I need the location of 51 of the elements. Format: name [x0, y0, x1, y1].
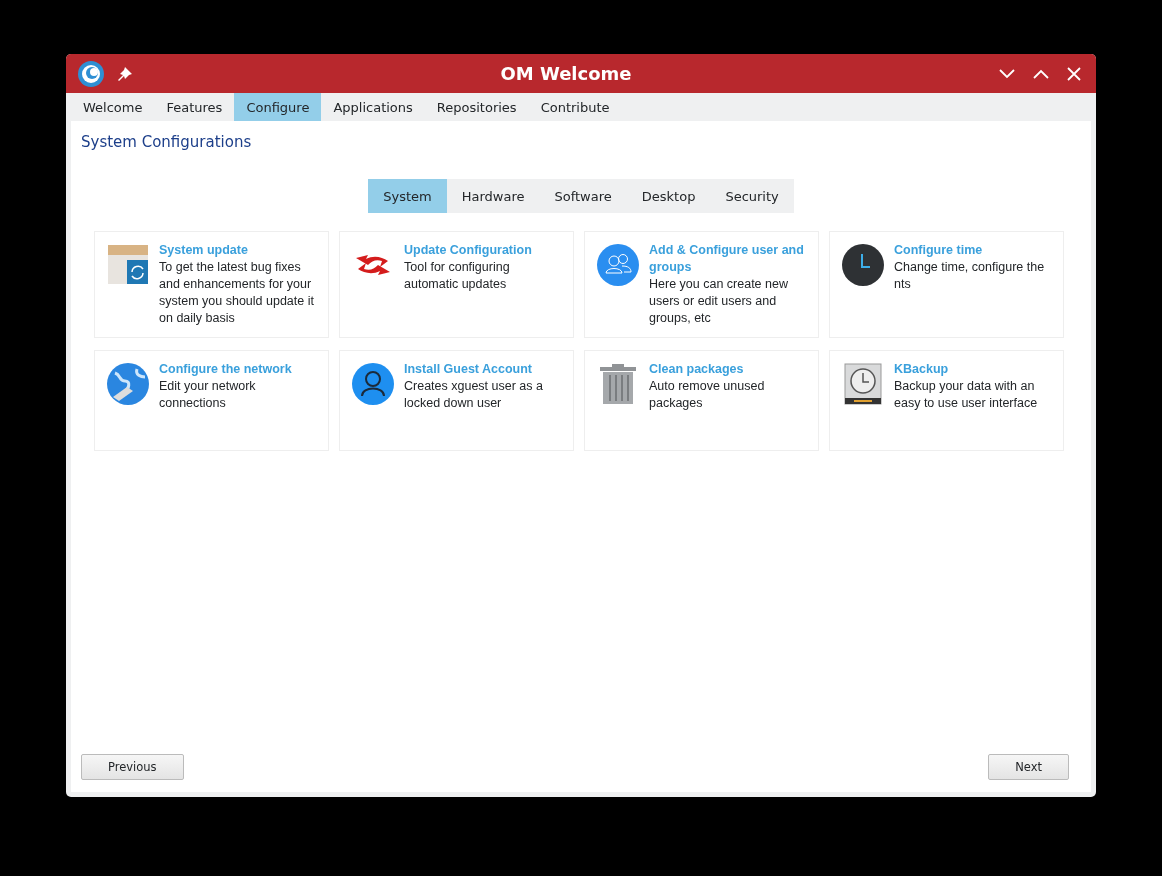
card-title: KBackup — [894, 361, 950, 378]
card-title: Add & Configure user and groups — [649, 242, 805, 276]
config-card[interactable]: Update Configuration Tool for configuring automatic updates — [339, 231, 574, 338]
config-card[interactable]: Add & Configure user and groups Here you can create new users or edit users and groups, etc — [584, 231, 819, 338]
card-title: Update Configuration — [404, 242, 533, 259]
clock-icon — [842, 244, 884, 286]
sub-tab[interactable]: System — [368, 179, 447, 213]
nav-tab[interactable]: Contribute — [528, 93, 622, 121]
nav-tab[interactable]: Repositories — [424, 93, 529, 121]
backup-drive-icon — [842, 363, 884, 405]
card-description: Edit your network connections — [159, 378, 257, 412]
card-description: Auto remove unused packages — [649, 378, 766, 412]
trash-icon — [597, 363, 639, 405]
next-button[interactable]: Next — [988, 754, 1069, 780]
config-card[interactable]: Configure time Change time, configure the nts — [829, 231, 1064, 338]
card-description: To get the latest bug fixes and enhancements for your system you should update it on daily basis — [159, 259, 315, 327]
card-description: Creates xguest user as a locked down user — [404, 378, 544, 412]
close-icon[interactable] — [1066, 65, 1082, 82]
config-card[interactable]: Configure the network Edit your network connections — [94, 350, 329, 451]
card-description: Tool for configuring automatic updates — [404, 259, 511, 293]
card-title: Configure time — [894, 242, 984, 259]
card-description: Here you can create new users or edit users and groups, etc — [649, 276, 789, 327]
app-logo-icon — [78, 60, 104, 87]
page-title: System Configurations — [81, 133, 253, 151]
sub-tab[interactable]: Hardware — [446, 179, 540, 213]
user-icon — [352, 363, 394, 405]
nav-tab[interactable]: Features — [154, 93, 235, 121]
pin-icon[interactable] — [116, 64, 134, 83]
card-title: System update — [159, 242, 249, 259]
maximize-icon[interactable] — [1032, 67, 1050, 80]
config-card[interactable]: KBackup Backup your data with an easy to use user interface — [829, 350, 1064, 451]
card-title: Configure the network — [159, 361, 293, 378]
nav-tab[interactable]: Configure — [234, 93, 322, 121]
card-title: Install Guest Account — [404, 361, 534, 378]
minimize-icon[interactable] — [998, 67, 1016, 80]
nav-tab[interactable]: Welcome — [71, 93, 155, 121]
sub-tab[interactable]: Security — [710, 179, 794, 213]
previous-button[interactable]: Previous — [81, 754, 184, 780]
sub-tab[interactable]: Software — [539, 179, 627, 213]
config-card[interactable]: Clean packages Auto remove unused packages — [584, 350, 819, 451]
card-description: Backup your data with an easy to use user interface — [894, 378, 1039, 412]
package-update-icon — [107, 244, 149, 286]
card-title: Clean packages — [649, 361, 745, 378]
users-icon — [597, 244, 639, 286]
globe-network-icon — [107, 363, 149, 405]
window-title: OM Welcome — [499, 63, 633, 84]
nav-tab[interactable]: Applications — [321, 93, 425, 121]
config-card[interactable]: Install Guest Account Creates xguest user as a locked down user — [339, 350, 574, 451]
config-card[interactable]: System update To get the latest bug fixes and enhancements for your system you should update it on daily basis — [94, 231, 329, 338]
card-description: Change time, configure the nts — [894, 259, 1046, 293]
sub-tab[interactable]: Desktop — [626, 179, 711, 213]
